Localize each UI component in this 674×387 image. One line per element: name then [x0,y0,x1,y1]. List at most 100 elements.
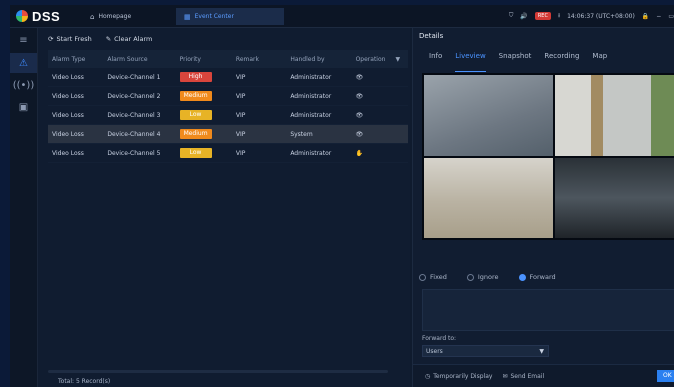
priority-badge: High [179,72,212,82]
video-cell-2[interactable] [555,75,674,156]
cell-priority: Medium [179,129,236,139]
video-cell-3[interactable] [424,158,553,238]
refresh-icon: ⟳ [48,35,54,43]
radio-forward-label: Forward [529,273,556,281]
send-email-label: Send Email [510,372,545,380]
details-footer: ◷ Temporarily Display ✉ Send Email OK [413,364,674,387]
clear-alarm-button[interactable]: ✎ Clear Alarm [106,35,153,43]
details-panel: Details Info Liveview Snapshot Recording… [412,28,674,387]
header-operation[interactable]: Operation ▼ [356,56,408,63]
temp-display-label: Temporarily Display [433,372,493,380]
forward-to-label: Forward to: [422,335,457,342]
forward-to-value: Users [426,348,443,355]
table-row[interactable]: Video Loss Device-Channel 3 Low VIP Admi… [48,106,408,125]
handle-option-group: Fixed Ignore Forward [419,273,556,281]
tab-recording[interactable]: Recording [544,52,579,72]
filter-icon[interactable]: ▼ [395,56,400,63]
rec-badge: REC [534,12,551,20]
minimize-icon[interactable]: − [656,13,661,20]
cell-priority: Medium [179,91,236,101]
header-priority[interactable]: Priority [180,56,236,63]
cell-priority: Low [179,110,236,120]
menu-icon[interactable]: ≡ [10,30,37,50]
eye-icon[interactable]: 👁 [356,131,364,138]
logo-icon [16,10,28,22]
table-row[interactable]: Video Loss Device-Channel 1 High VIP Adm… [48,68,408,87]
cell-alarm-type: Video Loss [52,149,84,157]
alarm-icon[interactable]: ⚠ [10,53,37,73]
cell-alarm-source: Device-Channel 3 [107,111,161,119]
dss-logo: DSS [16,8,60,24]
tab-homepage[interactable]: ⌂ Homepage [82,8,178,25]
video-cell-4[interactable] [555,158,674,238]
forward-to-select[interactable]: Users ▼ [422,345,549,357]
tab-event-center[interactable]: ▦ Event Center [176,8,284,25]
alarm-list-panel: ⟳ Start Fresh ✎ Clear Alarm Alarm Type A… [38,28,410,387]
radio-ignore-label: Ignore [477,273,499,281]
radio-ignore[interactable]: Ignore [466,273,499,281]
table-header: Alarm Type Alarm Source Priority Remark … [48,50,408,68]
remark-textarea[interactable] [422,289,674,331]
tab-liveview[interactable]: Liveview [455,52,486,72]
radio-fixed[interactable]: Fixed [419,273,447,281]
alarm-toolbar: ⟳ Start Fresh ✎ Clear Alarm [38,28,420,50]
cell-handled-by: Administrator [290,73,332,81]
cell-remark: VIP [235,111,246,119]
cell-operation: 👁 [356,112,408,119]
monitor-icon[interactable]: ▣ [10,97,37,117]
priority-badge: Medium [179,129,212,139]
eye-icon[interactable]: 👁 [356,74,364,81]
start-fresh-label: Start Fresh [56,35,92,43]
radio-fixed-label: Fixed [430,273,447,281]
details-title: Details [419,32,444,40]
header-alarm-source[interactable]: Alarm Source [107,56,179,63]
eye-icon[interactable]: 👁 [356,93,364,100]
temp-display-checkbox[interactable]: ◷ Temporarily Display [425,373,492,380]
horizontal-scrollbar[interactable] [48,370,388,373]
tab-snapshot[interactable]: Snapshot [499,52,532,72]
cell-alarm-source: Device-Channel 5 [107,149,161,157]
header-alarm-type[interactable]: Alarm Type [48,56,107,63]
header-remark[interactable]: Remark [236,56,290,63]
ok-button[interactable]: OK [657,370,674,382]
cell-handled-by: Administrator [290,149,332,157]
video-cell-1[interactable] [424,75,553,156]
system-time: 14:06:37 (UTC+08:00) [567,12,635,20]
record-total: Total: 5 Record(s) [58,378,111,385]
radio-dot [419,273,426,281]
lock-icon[interactable]: 🔒 [642,13,649,20]
cell-alarm-source: Device-Channel 4 [107,130,161,138]
hand-icon[interactable]: ✋ [356,150,363,157]
radio-forward[interactable]: Forward [518,273,556,281]
cell-handled-by: Administrator [290,92,332,100]
signal-icon[interactable]: ((•)) [10,75,37,95]
tab-map[interactable]: Map [592,52,607,72]
topbar-right: ⛉ 🔊 REC ⭳ 14:06:37 (UTC+08:00) 🔒 − ▭ [509,9,674,23]
filter-icon[interactable]: ⛉ [509,12,514,20]
eye-icon[interactable]: 👁 [356,112,364,119]
email-icon: ✉ [502,372,508,380]
cell-handled-by: Administrator [290,111,332,119]
table-row[interactable]: Video Loss Device-Channel 4 Medium VIP S… [48,125,408,144]
cell-operation: 👁 [356,131,408,138]
start-fresh-button[interactable]: ⟳ Start Fresh [48,35,92,43]
app-name: DSS [32,8,61,24]
cell-operation: 👁 [356,93,408,100]
clear-alarm-label: Clear Alarm [114,35,153,43]
cell-alarm-type: Video Loss [52,130,84,138]
cell-alarm-source: Device-Channel 1 [107,73,161,81]
tab-homepage-label: Homepage [98,13,132,20]
table-row[interactable]: Video Loss Device-Channel 5 Low VIP Admi… [48,144,408,163]
speaker-icon[interactable]: 🔊 [520,13,527,20]
restore-icon[interactable]: ▭ [668,13,674,20]
live-video-grid[interactable]: ✥ ⏺ 📷 🔈 ✕ [422,73,674,240]
table-row[interactable]: Video Loss Device-Channel 2 Medium VIP A… [48,87,408,106]
send-email-button[interactable]: ✉ Send Email [502,373,544,380]
header-handled-by[interactable]: Handled by [290,56,355,63]
download-icon[interactable]: ⭳ [558,11,560,21]
home-icon: ⌂ [90,12,95,21]
cell-alarm-type: Video Loss [52,111,84,119]
cell-remark: VIP [235,73,246,81]
cell-remark: VIP [235,130,246,138]
tab-info[interactable]: Info [429,52,442,72]
